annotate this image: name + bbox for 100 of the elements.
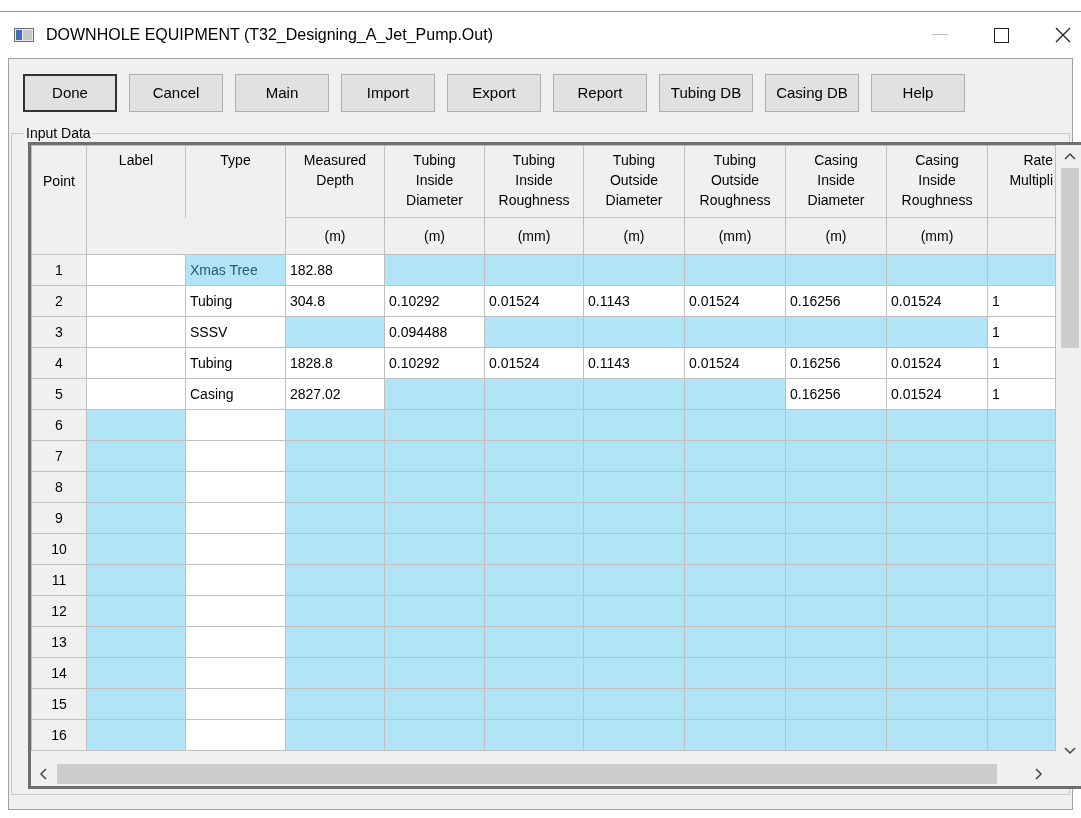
table-cell[interactable]: 0.1143: [583, 347, 685, 379]
table-cell[interactable]: [384, 595, 485, 627]
table-cell[interactable]: [583, 595, 685, 627]
table-cell[interactable]: [86, 719, 186, 751]
table-cell[interactable]: [384, 409, 485, 441]
table-cell[interactable]: 0.01524: [484, 347, 584, 379]
table-cell[interactable]: 182.88: [285, 254, 385, 286]
table-cell[interactable]: 0.1143: [583, 285, 685, 317]
table-cell[interactable]: Tubing: [185, 285, 286, 317]
row-number[interactable]: 3: [31, 316, 87, 348]
table-cell[interactable]: [384, 719, 485, 751]
table-cell[interactable]: [886, 254, 988, 286]
table-cell[interactable]: [583, 316, 685, 348]
table-cell[interactable]: [185, 471, 286, 503]
table-cell[interactable]: [785, 719, 887, 751]
table-cell[interactable]: [484, 533, 584, 565]
table-cell[interactable]: [684, 316, 786, 348]
table-cell[interactable]: [684, 719, 786, 751]
table-cell[interactable]: [785, 626, 887, 658]
table-cell[interactable]: [583, 657, 685, 689]
table-cell[interactable]: 0.094488: [384, 316, 485, 348]
toolbar-button[interactable]: Import: [341, 74, 435, 112]
toolbar-button[interactable]: Cancel: [129, 74, 223, 112]
table-cell[interactable]: [987, 626, 1056, 658]
table-cell[interactable]: [987, 440, 1056, 472]
table-cell[interactable]: [583, 688, 685, 720]
table-cell[interactable]: [185, 657, 286, 689]
table-cell[interactable]: [484, 316, 584, 348]
toolbar-button[interactable]: Main: [235, 74, 329, 112]
table-cell[interactable]: [484, 564, 584, 596]
table-cell[interactable]: [484, 688, 584, 720]
table-cell[interactable]: [285, 719, 385, 751]
table-cell[interactable]: [86, 254, 186, 286]
table-cell[interactable]: [285, 316, 385, 348]
table-cell[interactable]: [86, 533, 186, 565]
table-cell[interactable]: [785, 564, 887, 596]
row-number[interactable]: 11: [31, 564, 87, 596]
table-cell[interactable]: [886, 409, 988, 441]
table-cell[interactable]: [684, 657, 786, 689]
table-cell[interactable]: [583, 502, 685, 534]
table-cell[interactable]: [86, 564, 186, 596]
table-cell[interactable]: [684, 471, 786, 503]
table-cell[interactable]: [484, 657, 584, 689]
table-cell[interactable]: [886, 595, 988, 627]
table-cell[interactable]: [285, 564, 385, 596]
table-cell[interactable]: [86, 316, 186, 348]
table-cell[interactable]: [484, 626, 584, 658]
table-cell[interactable]: 0.01524: [886, 285, 988, 317]
table-cell[interactable]: [86, 502, 186, 534]
table-cell[interactable]: [484, 471, 584, 503]
row-number[interactable]: 8: [31, 471, 87, 503]
table-cell[interactable]: [86, 347, 186, 379]
table-cell[interactable]: [886, 564, 988, 596]
table-cell[interactable]: [886, 533, 988, 565]
toolbar-button[interactable]: Help: [871, 74, 965, 112]
table-cell[interactable]: [987, 254, 1056, 286]
table-cell[interactable]: [484, 595, 584, 627]
row-number[interactable]: 10: [31, 533, 87, 565]
table-cell[interactable]: [987, 564, 1056, 596]
table-cell[interactable]: [785, 657, 887, 689]
table-cell[interactable]: [285, 502, 385, 534]
table-cell[interactable]: 0.10292: [384, 347, 485, 379]
table-cell[interactable]: [785, 409, 887, 441]
table-cell[interactable]: [684, 440, 786, 472]
table-cell[interactable]: [86, 657, 186, 689]
toolbar-button[interactable]: Tubing DB: [659, 74, 753, 112]
table-cell[interactable]: SSSV: [185, 316, 286, 348]
table-cell[interactable]: [987, 688, 1056, 720]
table-cell[interactable]: [886, 440, 988, 472]
row-number[interactable]: 15: [31, 688, 87, 720]
table-cell[interactable]: [684, 688, 786, 720]
table-cell[interactable]: [684, 595, 786, 627]
toolbar-button[interactable]: Done: [23, 74, 117, 112]
table-cell[interactable]: Tubing: [185, 347, 286, 379]
row-number[interactable]: 9: [31, 502, 87, 534]
table-cell[interactable]: [384, 688, 485, 720]
table-cell[interactable]: [384, 378, 485, 410]
table-cell[interactable]: [583, 471, 685, 503]
row-number[interactable]: 2: [31, 285, 87, 317]
table-cell[interactable]: [185, 626, 286, 658]
table-cell[interactable]: [285, 657, 385, 689]
table-cell[interactable]: [384, 471, 485, 503]
table-cell[interactable]: 1: [987, 347, 1056, 379]
table-cell[interactable]: 1828.8: [285, 347, 385, 379]
row-number[interactable]: 6: [31, 409, 87, 441]
table-cell[interactable]: [684, 533, 786, 565]
row-number[interactable]: 12: [31, 595, 87, 627]
table-cell[interactable]: Casing: [185, 378, 286, 410]
table-cell[interactable]: [886, 502, 988, 534]
table-cell[interactable]: [684, 564, 786, 596]
scroll-down-icon[interactable]: [1064, 747, 1076, 755]
table-cell[interactable]: [185, 409, 286, 441]
table-cell[interactable]: [384, 502, 485, 534]
table-cell[interactable]: [886, 316, 988, 348]
row-number[interactable]: 16: [31, 719, 87, 751]
table-cell[interactable]: [285, 533, 385, 565]
table-cell[interactable]: [185, 502, 286, 534]
close-icon[interactable]: [1055, 27, 1071, 43]
table-cell[interactable]: 1: [987, 285, 1056, 317]
table-cell[interactable]: 0.16256: [785, 378, 887, 410]
